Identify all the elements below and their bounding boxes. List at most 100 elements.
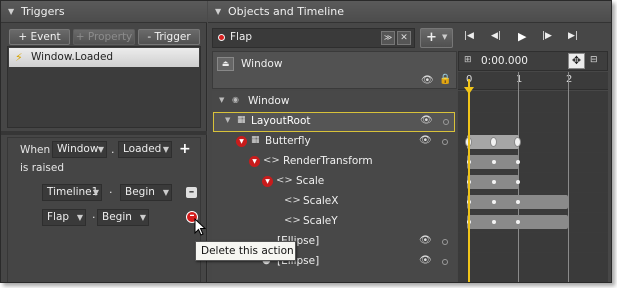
remove-trigger-button[interactable]: - Trigger: [138, 29, 200, 45]
tree-row-scaley[interactable]: <> ScaleY: [212, 212, 457, 232]
row-divider: [458, 252, 608, 253]
storyboard-menu-icon[interactable]: ≫: [381, 31, 395, 45]
visibility-eye-icon[interactable]: 👁: [420, 115, 433, 126]
timeline-ruler[interactable]: 0 1 2: [458, 72, 608, 90]
row-divider: [458, 172, 608, 173]
visibility-eye-icon[interactable]: 👁: [419, 235, 432, 246]
second-gridline-2: [568, 72, 569, 282]
tree-label: LayoutRoot: [251, 115, 311, 127]
keyframe-marker[interactable]: [516, 200, 520, 204]
play-icon[interactable]: ▶: [518, 30, 526, 43]
scope-root-name: Window: [241, 58, 283, 70]
tree-row-rendertransform[interactable]: ▼ <> RenderTransform: [212, 152, 457, 172]
tree-row-scalex[interactable]: <> ScaleX: [212, 192, 457, 212]
tree-row-scale[interactable]: ▼ <> Scale: [212, 172, 457, 192]
lock-dot-icon[interactable]: [442, 239, 448, 245]
lock-dot-icon[interactable]: [442, 259, 448, 265]
visibility-eye-icon[interactable]: 👁: [421, 75, 434, 86]
row-divider: [458, 112, 608, 113]
playhead-handle[interactable]: [464, 87, 474, 94]
tree-label: Window: [248, 95, 290, 107]
close-storyboard-icon[interactable]: ✕: [397, 31, 411, 45]
expand-triangle-icon[interactable]: ▼: [219, 96, 224, 104]
row-divider: [458, 212, 608, 213]
lightning-icon: ⚡: [15, 51, 23, 64]
action-2-target-value: Flap: [47, 211, 70, 223]
collapse-triangle-icon[interactable]: ▼: [215, 1, 221, 23]
add-action-icon[interactable]: +: [179, 142, 191, 156]
tree-row-window[interactable]: ▼ ◉ Window: [212, 92, 457, 112]
action-1-verb-value: Begin: [125, 186, 155, 198]
tree-label: ScaleY: [303, 215, 338, 227]
trigger-event-select[interactable]: Loaded ▼: [118, 141, 172, 158]
trigger-target-value: Window: [57, 143, 99, 155]
trigger-list: ⚡ Window.Loaded: [7, 46, 201, 128]
collapse-triangle-icon[interactable]: ▼: [8, 1, 14, 23]
chevron-down-icon: ▼: [162, 145, 169, 154]
scope-up-icon[interactable]: ⏏: [217, 57, 234, 71]
playhead-line[interactable]: [468, 79, 470, 282]
tree-row-layoutroot[interactable]: ▼ ▦ LayoutRoot 👁: [213, 112, 455, 132]
visibility-eye-icon[interactable]: 👁: [419, 255, 432, 266]
previous-frame-icon[interactable]: ◀|: [491, 31, 501, 41]
add-property-button[interactable]: + Property: [73, 29, 135, 45]
plus-icon: +: [426, 30, 437, 45]
new-storyboard-button[interactable]: + ▼: [420, 28, 453, 48]
lock-dot-icon[interactable]: [443, 119, 449, 125]
action-2-target-select[interactable]: Flap ▼: [42, 209, 86, 226]
trigger-target-select[interactable]: Window ▼: [52, 141, 107, 158]
chevron-down-icon: ▼: [97, 145, 104, 154]
zoom-icon[interactable]: ⊟: [590, 55, 598, 65]
snap-icon[interactable]: ✥: [568, 53, 585, 69]
recorded-expand-icon[interactable]: ▼: [249, 156, 260, 167]
grid-icon: ▦: [237, 115, 246, 125]
property-icon: <>: [284, 215, 301, 226]
expand-triangle-icon[interactable]: ▼: [225, 116, 230, 124]
row-divider: [458, 232, 608, 233]
keyframe-marker[interactable]: [490, 137, 497, 147]
delete-action-tooltip: Delete this action: [195, 241, 296, 261]
keyframe-marker[interactable]: [514, 137, 521, 147]
objects-header[interactable]: ▼ Objects and Timeline: [208, 1, 611, 23]
keyframe-marker[interactable]: [516, 180, 520, 184]
triggers-panel: ▼ Triggers + Event + Property - Trigger …: [1, 1, 207, 282]
keyframe-marker[interactable]: [516, 220, 520, 224]
row-divider: [458, 132, 608, 133]
recorded-expand-icon[interactable]: ▼: [262, 176, 273, 187]
lock-icon[interactable]: 🔒: [439, 74, 451, 85]
keyframe-marker[interactable]: [492, 220, 496, 224]
triggers-title: Triggers: [21, 5, 65, 18]
keyframe-marker[interactable]: [492, 160, 496, 164]
triggers-header[interactable]: ▼ Triggers: [1, 1, 207, 23]
eye-small-icon: ◉: [232, 95, 239, 104]
tree-row-butterfly[interactable]: ▼ ▦ Butterfly 👁: [212, 132, 457, 152]
trigger-splitter[interactable]: [1, 131, 207, 135]
action-1-verb-select[interactable]: Begin ▼: [120, 184, 172, 201]
recorded-expand-icon[interactable]: ▼: [236, 136, 247, 147]
keyframe-marker[interactable]: [492, 180, 496, 184]
keyframe-marker[interactable]: [492, 200, 496, 204]
add-event-button[interactable]: + Event: [9, 29, 70, 45]
chevron-down-icon: ▼: [442, 33, 448, 41]
trigger-details: When Window ▼ . Loaded ▼ + is raised Tim…: [7, 137, 206, 282]
time-value: 0:00.000: [481, 55, 528, 67]
trigger-list-item-label: Window.Loaded: [31, 51, 114, 63]
next-frame-icon[interactable]: |▶: [542, 31, 552, 41]
action-1-target-value: Timeline1: [47, 186, 99, 198]
keyframe-marker[interactable]: [516, 160, 520, 164]
lock-dot-icon[interactable]: [442, 139, 448, 145]
action-1-target-select[interactable]: Timeline1 ▼: [42, 184, 102, 201]
action-1-separator: ·: [109, 186, 113, 199]
action-1-minus-icon[interactable]: –: [186, 186, 197, 198]
row-divider: [458, 192, 608, 193]
trigger-list-item[interactable]: ⚡ Window.Loaded: [9, 48, 199, 67]
storyboard-picker[interactable]: Flap ≫ ✕: [212, 28, 415, 48]
mouse-pointer-icon: [194, 218, 206, 236]
storyboard-name: Flap: [230, 31, 253, 43]
record-icon: [218, 34, 225, 41]
visibility-eye-icon[interactable]: 👁: [419, 135, 432, 146]
go-to-end-icon[interactable]: ▶|: [568, 31, 578, 41]
action-2-verb-select[interactable]: Begin ▼: [97, 209, 149, 226]
go-to-start-icon[interactable]: |◀: [464, 31, 474, 41]
property-icon: <>: [276, 175, 293, 186]
